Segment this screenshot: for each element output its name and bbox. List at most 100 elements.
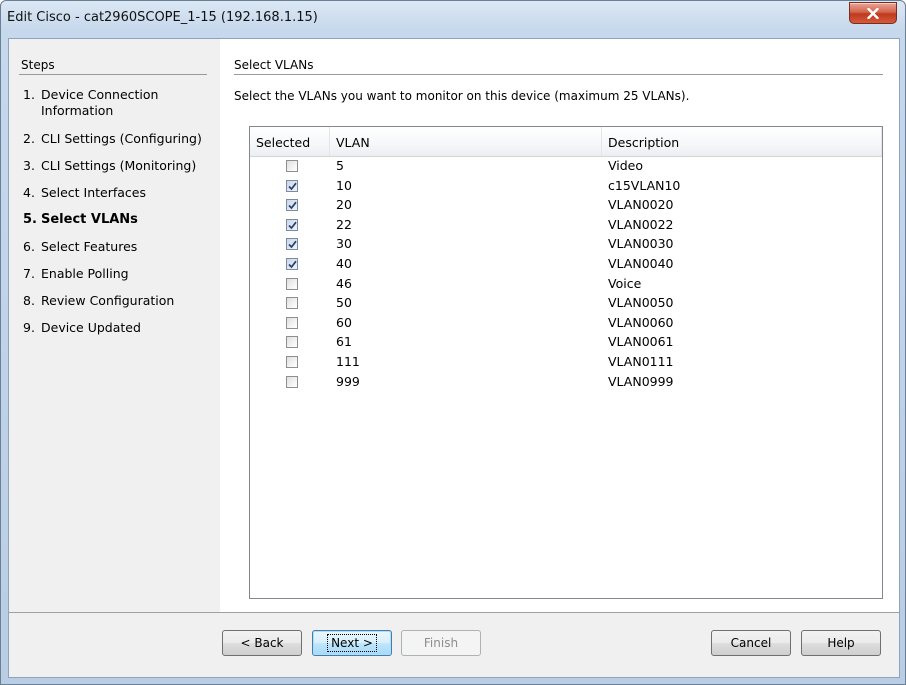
step-label: Select Interfaces [41, 185, 147, 200]
back-button[interactable]: < Back [222, 630, 302, 656]
table-row[interactable]: 30 VLAN0030 [250, 235, 882, 255]
vlan-id-cell: 40 [336, 256, 352, 271]
check-icon [288, 182, 297, 190]
step-label: Select VLANs [41, 212, 138, 227]
vlan-select-checkbox[interactable] [286, 316, 298, 329]
vlan-id-cell: 46 [336, 275, 352, 291]
table-row[interactable]: 111 VLAN0111 [250, 353, 882, 373]
help-button-label: Help [827, 636, 855, 650]
title-bar[interactable]: Edit Cisco - cat2960SCOPE_1-15 (192.168.… [1, 1, 905, 37]
check-icon [288, 201, 297, 210]
vlan-description-cell: VLAN0020 [608, 197, 674, 213]
step-number: 4. [23, 185, 35, 200]
instructions-text: Select the VLANs you want to monitor on … [234, 89, 690, 103]
step-number: 2. [23, 131, 35, 146]
table-row[interactable]: 60 VLAN0060 [250, 314, 882, 334]
help-button[interactable]: Help [801, 630, 881, 656]
vlan-select-checkbox[interactable] [286, 160, 298, 172]
back-button-label: < Back [240, 636, 284, 650]
edit-device-dialog: Edit Cisco - cat2960SCOPE_1-15 (192.168.… [0, 0, 906, 685]
vlan-id-cell: 30 [336, 236, 352, 252]
step-label: Device Connection Information [41, 87, 159, 118]
table-row[interactable]: 50 VLAN0050 [250, 294, 882, 314]
step-number: 3. [23, 158, 35, 173]
step-item: 5. Select VLANs [23, 212, 213, 228]
steps-panel: Steps 1. Device Connection Information 2. C… [9, 39, 220, 612]
step-item: 7. Enable Polling [23, 266, 213, 282]
step-label: Device Updated [41, 320, 141, 335]
table-row[interactable]: 20 VLAN0020 [250, 196, 882, 216]
close-button[interactable] [849, 2, 897, 24]
step-number: 1. [23, 87, 35, 102]
table-row[interactable]: 40 VLAN0040 [250, 255, 882, 275]
window-title: Edit Cisco - cat2960SCOPE_1-15 (192.168.… [7, 10, 318, 25]
vlan-id-cell: 999 [336, 373, 360, 389]
step-item: 6. Select Features [23, 239, 213, 255]
step-number: 7. [23, 266, 35, 281]
vlan-select-checkbox[interactable] [286, 336, 298, 349]
vlan-select-checkbox[interactable] [286, 199, 298, 212]
vlan-select-checkbox[interactable] [286, 297, 298, 310]
finish-button[interactable]: Finish [401, 630, 481, 656]
section-divider [234, 74, 883, 75]
steps-divider [19, 74, 207, 75]
vlan-description-cell: VLAN0060 [608, 314, 674, 330]
close-icon [867, 7, 879, 19]
step-label: CLI Settings (Monitoring) [41, 158, 197, 173]
step-label: CLI Settings (Configuring) [41, 131, 202, 146]
steps-header: Steps [21, 58, 55, 72]
dialog-client-area: Steps 1. Device Connection Information 2. C… [8, 38, 900, 678]
check-icon [288, 221, 297, 230]
check-icon [288, 241, 297, 249]
vlan-grid[interactable]: Selected VLAN Description 5 Video 10 c15VLA… [249, 126, 883, 599]
table-row[interactable]: 999 VLAN0999 [250, 373, 882, 393]
vlan-id-cell: 111 [336, 354, 360, 369]
grid-header: Selected VLAN Description [250, 127, 882, 157]
vlan-id-cell: 20 [336, 197, 352, 213]
step-label: Review Configuration [41, 293, 175, 308]
finish-button-label: Finish [423, 636, 459, 650]
vlan-select-checkbox[interactable] [286, 258, 298, 270]
table-row[interactable]: 46 Voice [250, 275, 882, 295]
vlan-select-checkbox[interactable] [286, 179, 298, 192]
step-number: 8. [23, 293, 35, 308]
step-number: 5. [23, 212, 37, 227]
step-item: 3. CLI Settings (Monitoring) [23, 158, 213, 174]
table-row[interactable]: 10 c15VLAN10 [250, 177, 882, 197]
cancel-button[interactable]: Cancel [711, 630, 791, 656]
next-button[interactable]: Next > [312, 630, 392, 656]
step-number: 9. [23, 320, 35, 335]
next-button-label: Next > [327, 634, 377, 652]
vlan-select-checkbox[interactable] [286, 218, 298, 231]
vlan-description-cell: VLAN0111 [608, 354, 674, 369]
vlan-description-cell: VLAN0040 [608, 256, 674, 271]
vlan-id-cell: 10 [336, 177, 352, 193]
step-label: Enable Polling [41, 266, 129, 281]
vlan-id-cell: 60 [336, 314, 352, 330]
vlan-description-cell: c15VLAN10 [608, 177, 681, 193]
button-bar: < Back Next > Finish Cancel Help [9, 613, 899, 677]
step-item: 2. CLI Settings (Configuring) [23, 131, 213, 147]
step-item: 9. Device Updated [23, 320, 213, 336]
column-header-selected[interactable]: Selected [250, 127, 330, 156]
vlan-select-checkbox[interactable] [286, 238, 298, 251]
table-row[interactable]: 5 Video [250, 157, 882, 177]
vlan-description-cell: Video [608, 158, 644, 173]
check-icon [288, 260, 297, 269]
vlan-select-checkbox[interactable] [286, 277, 298, 290]
vlan-description-cell: VLAN0022 [608, 216, 674, 232]
vlan-id-cell: 61 [336, 334, 352, 350]
table-row[interactable]: 22 VLAN0022 [250, 216, 882, 236]
cancel-button-label: Cancel [730, 636, 772, 650]
vlan-select-checkbox[interactable] [286, 375, 298, 388]
section-title: Select VLANs [234, 58, 314, 72]
column-header-description[interactable]: Description [602, 127, 882, 156]
step-label: Select Features [41, 239, 138, 254]
step-item: 1. Device Connection Information [23, 87, 213, 119]
vlan-description-cell: VLAN0061 [608, 334, 674, 350]
vlan-select-checkbox[interactable] [286, 356, 298, 368]
column-header-vlan[interactable]: VLAN [330, 127, 602, 156]
table-row[interactable]: 61 VLAN0061 [250, 333, 882, 353]
vlan-description-cell: VLAN0999 [608, 373, 674, 389]
step-number: 6. [23, 239, 35, 254]
